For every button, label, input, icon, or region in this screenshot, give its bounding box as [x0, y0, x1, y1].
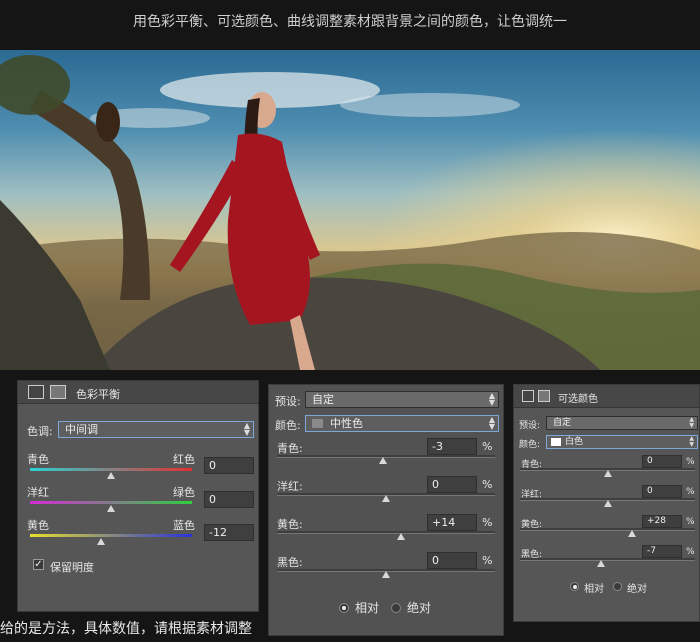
relative-radio[interactable]: [339, 603, 349, 613]
neutral-swatch-icon: [312, 419, 323, 428]
selective-color-small-panel: 可选颜色 预设: 自定 ▲ ▼ 颜色: 白色 ▲ ▼ 青色: 0% 洋红: 0% 黄色: +2…: [513, 384, 700, 622]
percent-label: %: [686, 487, 695, 497]
preset-value: 自定: [312, 393, 334, 406]
relative-radio[interactable]: [570, 582, 579, 591]
preset-dropdown[interactable]: 自定 ▲ ▼: [546, 416, 698, 430]
row-value-input[interactable]: 0: [427, 476, 477, 493]
tone-label: 色调:: [27, 425, 53, 438]
slider-value-input[interactable]: 0: [204, 491, 254, 508]
percent-label: %: [482, 478, 493, 491]
row-value-input[interactable]: 0: [642, 485, 682, 498]
percent-label: %: [482, 440, 493, 453]
row-value-input[interactable]: 0: [642, 455, 682, 468]
color-dropdown[interactable]: 白色 ▲ ▼: [546, 435, 698, 449]
mask-icon: [538, 390, 550, 402]
row-slider-track: [277, 531, 495, 534]
photo-illustration: [0, 50, 700, 370]
slider-left-label: 黄色: [27, 519, 49, 532]
row-label: 青色:: [277, 442, 303, 455]
absolute-label: 绝对: [627, 584, 647, 595]
page-title: 用色彩平衡、可选颜色、曲线调整素材跟背景之间的颜色，让色调统一: [133, 14, 567, 30]
row-slider-handle[interactable]: [382, 495, 390, 502]
magenta-green-gradient: [30, 501, 192, 504]
panel-title: 可选颜色: [558, 394, 598, 405]
slider-handle[interactable]: [107, 505, 115, 512]
relative-label: 相对: [584, 584, 604, 595]
slider-right-label: 绿色: [173, 486, 195, 499]
slider-right-label: 红色: [173, 453, 195, 466]
relative-label: 相对: [355, 601, 380, 615]
preset-label: 预设:: [519, 421, 541, 431]
percent-label: %: [686, 547, 695, 557]
selective-color-icon: [522, 390, 534, 402]
row-value-input[interactable]: +28: [642, 515, 682, 528]
slider-handle[interactable]: [97, 538, 106, 545]
percent-label: %: [482, 516, 493, 529]
row-label: 洋红:: [277, 480, 303, 493]
row-slider-handle[interactable]: [378, 457, 387, 464]
row-slider-handle[interactable]: [597, 560, 606, 567]
preset-label: 预设:: [275, 395, 301, 408]
selective-color-panel: 预设: 自定 ▲ ▼ 颜色: 中性色 ▲ ▼ 青色: -3% 洋红: 0% 黄色: +14% 黑…: [268, 384, 504, 636]
slider-left-label: 洋红: [27, 486, 49, 499]
row-label: 黑色:: [277, 556, 303, 569]
row-slider-handle[interactable]: [628, 530, 636, 537]
absolute-radio[interactable]: [391, 603, 401, 613]
row-slider-track: [520, 558, 695, 561]
cyan-red-gradient: [30, 468, 192, 471]
balance-scale-icon: [28, 385, 44, 399]
color-label: 颜色:: [275, 419, 301, 432]
row-slider-handle[interactable]: [603, 470, 612, 477]
row-value-input[interactable]: -7: [642, 545, 682, 558]
tone-dropdown[interactable]: 中间调 ▲ ▼: [58, 421, 254, 438]
color-balance-panel: 色彩平衡 色调: 中间调 ▲ ▼ 青色 红色 0 洋红 绿色 0 黄色 蓝色 -1…: [17, 380, 259, 612]
dropdown-arrow-icon: ▲ ▼: [689, 435, 694, 448]
preset-dropdown[interactable]: 自定 ▲ ▼: [305, 391, 499, 408]
absolute-radio[interactable]: [613, 582, 622, 591]
row-slider-track: [520, 528, 695, 531]
photo-preview: [0, 50, 700, 370]
slider-value-input[interactable]: 0: [204, 457, 254, 474]
slider-value-input[interactable]: -12: [204, 524, 254, 541]
percent-label: %: [686, 457, 695, 467]
row-value-input[interactable]: -3: [427, 438, 477, 455]
dropdown-arrow-icon: ▲ ▼: [689, 416, 694, 429]
dropdown-arrow-icon: ▲ ▼: [488, 415, 495, 431]
dropdown-arrow-icon: ▲ ▼: [243, 421, 250, 437]
preserve-luminosity-checkbox[interactable]: ✓: [33, 559, 44, 570]
percent-label: %: [482, 554, 493, 567]
percent-label: %: [686, 517, 695, 527]
color-value: 中性色: [330, 417, 363, 430]
absolute-label: 绝对: [407, 601, 432, 615]
slider-handle[interactable]: [107, 472, 115, 479]
tone-value: 中间调: [65, 423, 98, 436]
color-label: 颜色:: [519, 440, 541, 450]
slider-right-label: 蓝色: [173, 519, 195, 532]
color-value: 白色: [565, 437, 584, 447]
slider-left-label: 青色: [27, 453, 49, 466]
row-slider-handle[interactable]: [397, 533, 406, 540]
yellow-blue-gradient: [30, 534, 192, 537]
dropdown-arrow-icon: ▲ ▼: [488, 391, 495, 407]
row-slider-handle[interactable]: [603, 500, 612, 507]
footer-note: 给的是方法，具体数值，请根据素材调整: [0, 621, 252, 637]
mask-icon: [50, 385, 66, 399]
row-slider-handle[interactable]: [382, 571, 390, 578]
row-value-input[interactable]: 0: [427, 552, 477, 569]
row-value-input[interactable]: +14: [427, 514, 477, 531]
white-swatch-icon: [551, 438, 561, 446]
color-dropdown[interactable]: 中性色 ▲ ▼: [305, 415, 499, 432]
preset-value: 自定: [553, 418, 572, 428]
panel-title: 色彩平衡: [76, 388, 120, 401]
preserve-luminosity-label: 保留明度: [50, 561, 94, 574]
row-label: 黄色:: [277, 518, 303, 531]
